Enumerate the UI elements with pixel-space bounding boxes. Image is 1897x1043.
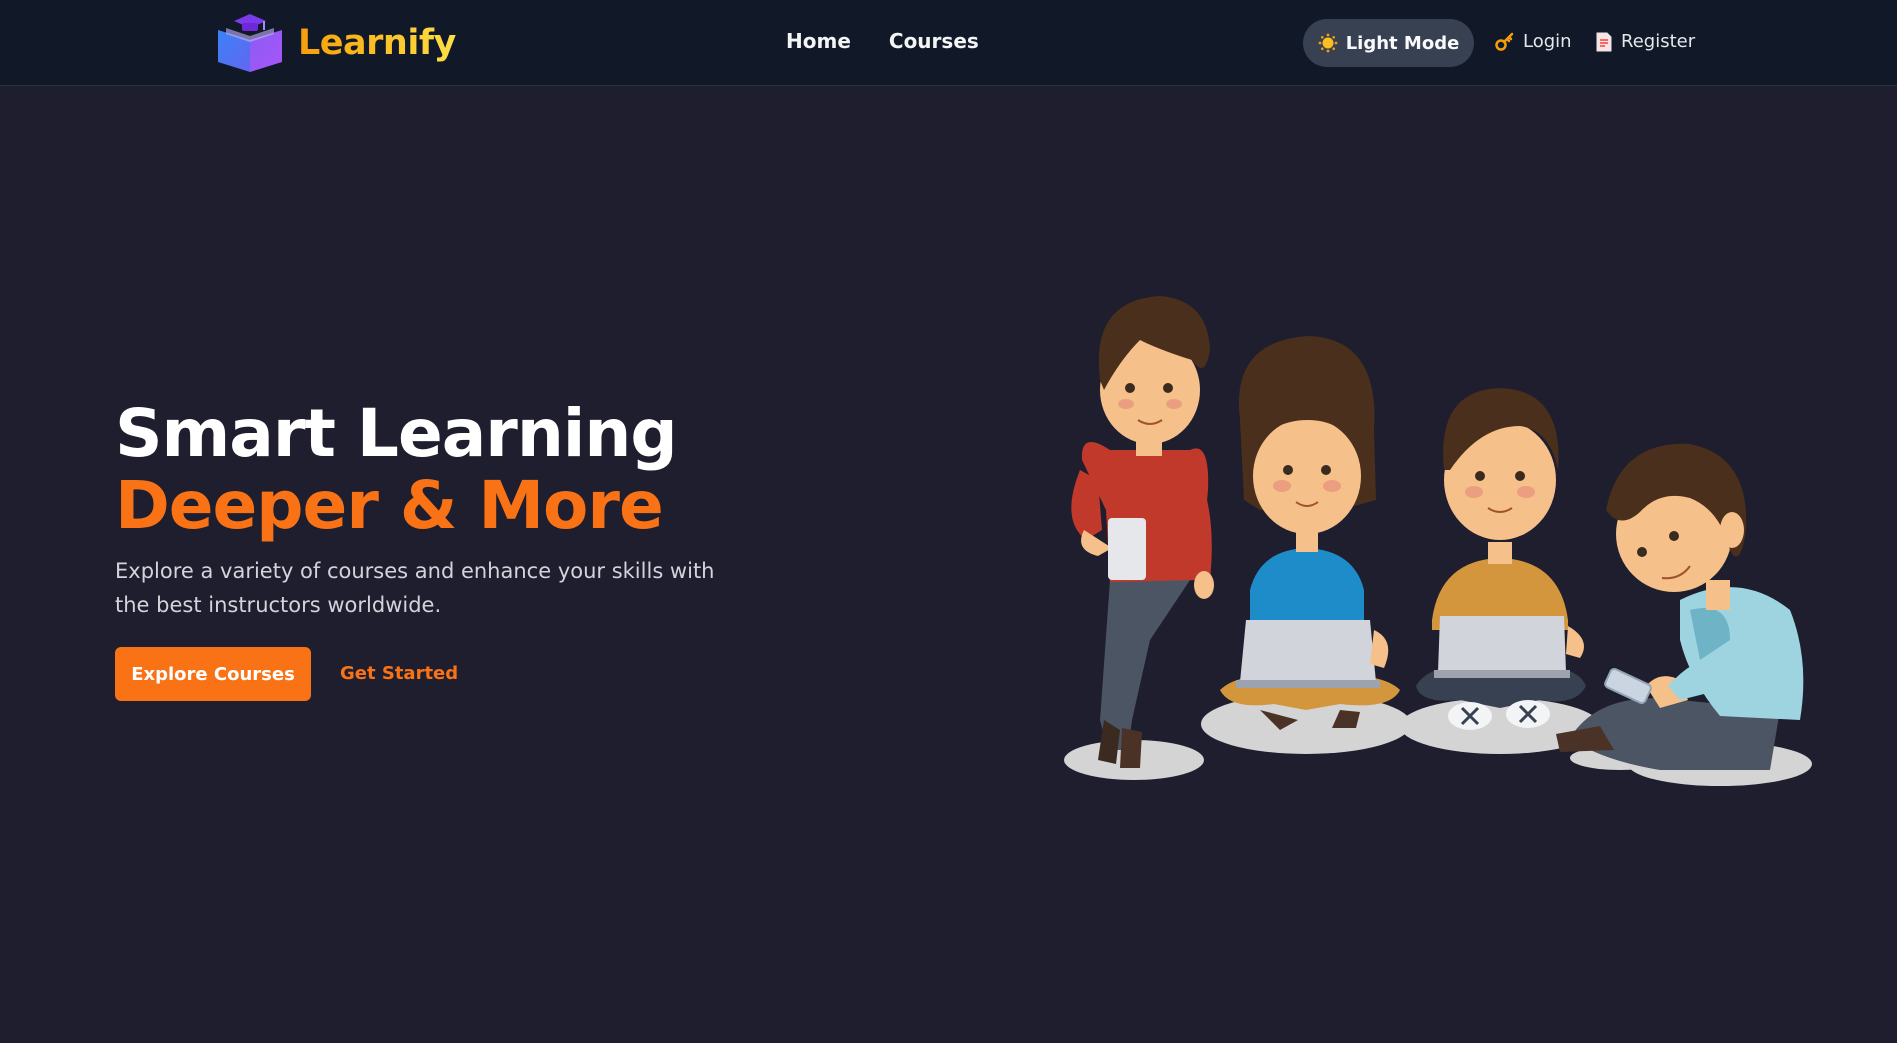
hero-title-line2: Deeper & More — [115, 467, 664, 544]
standing-student — [1071, 296, 1214, 768]
navbar: Learnify Home Courses Light Mode Login R… — [0, 0, 1897, 86]
brand-logo[interactable]: Learnify — [216, 12, 456, 74]
hero-title-line1: Smart Learning — [115, 395, 678, 472]
register-link[interactable]: Register — [1595, 31, 1695, 52]
main-nav: Home Courses — [786, 29, 979, 53]
boy-with-laptop — [1416, 388, 1586, 730]
get-started-link[interactable]: Get Started — [340, 663, 458, 684]
brand-name: Learnify — [298, 23, 456, 63]
sun-icon — [1318, 33, 1338, 53]
hero-description: Explore a variety of courses and enhance… — [115, 559, 715, 617]
theme-toggle-button[interactable]: Light Mode — [1303, 19, 1474, 67]
girl-with-laptop — [1220, 336, 1400, 730]
students-learning-illustration — [1064, 296, 1812, 786]
login-label: Login — [1523, 31, 1572, 52]
nav-link-courses[interactable]: Courses — [889, 29, 979, 53]
explore-courses-button[interactable]: Explore Courses — [115, 647, 311, 701]
nav-link-home[interactable]: Home — [786, 29, 851, 53]
login-link[interactable]: Login — [1495, 31, 1572, 52]
document-icon — [1596, 32, 1612, 51]
book-graduation-cap-icon — [218, 14, 282, 72]
hero-title: Smart Learning Deeper & More — [115, 395, 678, 544]
boy-with-phone — [1556, 443, 1804, 770]
key-icon — [1495, 32, 1514, 51]
theme-toggle-label: Light Mode — [1345, 32, 1460, 54]
register-label: Register — [1621, 31, 1696, 52]
